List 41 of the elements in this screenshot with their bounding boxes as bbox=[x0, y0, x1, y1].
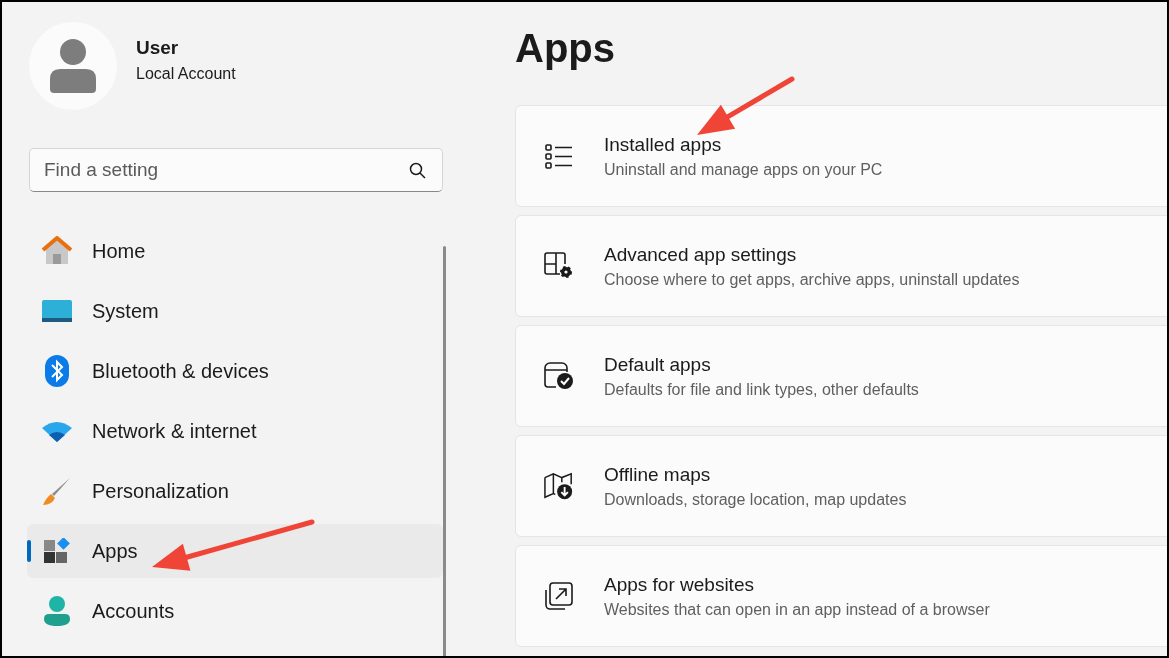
wifi-icon bbox=[42, 420, 72, 442]
house-icon bbox=[41, 236, 73, 266]
person-icon bbox=[44, 596, 70, 626]
nav-item[interactable]: Network & internet bbox=[27, 404, 443, 458]
settings-card[interactable]: Default apps Defaults for file and link types, other defaults bbox=[515, 325, 1167, 427]
bluetooth-icon bbox=[45, 355, 69, 387]
nav-item[interactable]: Apps bbox=[27, 524, 443, 578]
window-check-icon bbox=[544, 362, 574, 390]
window-gear-icon bbox=[544, 252, 574, 280]
search-icon bbox=[409, 162, 426, 179]
card-subtitle: Websites that can open in an app instead of a browser bbox=[604, 600, 990, 619]
nav-item[interactable]: Home bbox=[27, 224, 443, 278]
nav-item[interactable]: Personalization bbox=[27, 464, 443, 518]
card-title: Offline maps bbox=[604, 463, 712, 486]
nav-item[interactable]: Accounts bbox=[27, 584, 443, 638]
card-subtitle: Defaults for file and link types, other defaults bbox=[604, 380, 919, 399]
map-download-icon bbox=[544, 472, 574, 500]
search-field[interactable]: Find a setting bbox=[29, 148, 443, 192]
paintbrush-icon bbox=[42, 476, 72, 506]
person-silhouette-icon bbox=[50, 39, 96, 93]
settings-card[interactable]: Installed apps Uninstall and manage apps on your PC bbox=[515, 105, 1167, 207]
page-title: Apps bbox=[515, 26, 616, 71]
card-subtitle: Downloads, storage location, map updates bbox=[604, 490, 907, 509]
account-name: User bbox=[136, 37, 180, 59]
settings-card[interactable]: Apps for websites Websites that can open in an app instead of a browser bbox=[515, 545, 1167, 647]
account-type: Local Account bbox=[136, 65, 236, 83]
nav-item[interactable]: Bluetooth & devices bbox=[27, 344, 443, 398]
card-title: Default apps bbox=[604, 353, 712, 376]
monitor-icon bbox=[42, 300, 72, 322]
open-in-app-icon bbox=[545, 582, 573, 610]
card-subtitle: Choose where to get apps, archive apps, uninstall updates bbox=[604, 270, 1020, 289]
nav-item[interactable]: System bbox=[27, 284, 443, 338]
card-title: Advanced app settings bbox=[604, 243, 798, 266]
apps-icon bbox=[44, 538, 70, 564]
settings-card[interactable]: Offline maps Downloads, storage location, map updates bbox=[515, 435, 1167, 537]
card-subtitle: Uninstall and manage apps on your PC bbox=[604, 160, 883, 179]
card-title: Installed apps bbox=[604, 133, 723, 156]
list-icon bbox=[545, 143, 573, 169]
selection-indicator bbox=[27, 540, 31, 562]
card-title: Apps for websites bbox=[604, 573, 755, 596]
settings-card[interactable]: Advanced app settings Choose where to get apps, archive apps, uninstall updates bbox=[515, 215, 1167, 317]
